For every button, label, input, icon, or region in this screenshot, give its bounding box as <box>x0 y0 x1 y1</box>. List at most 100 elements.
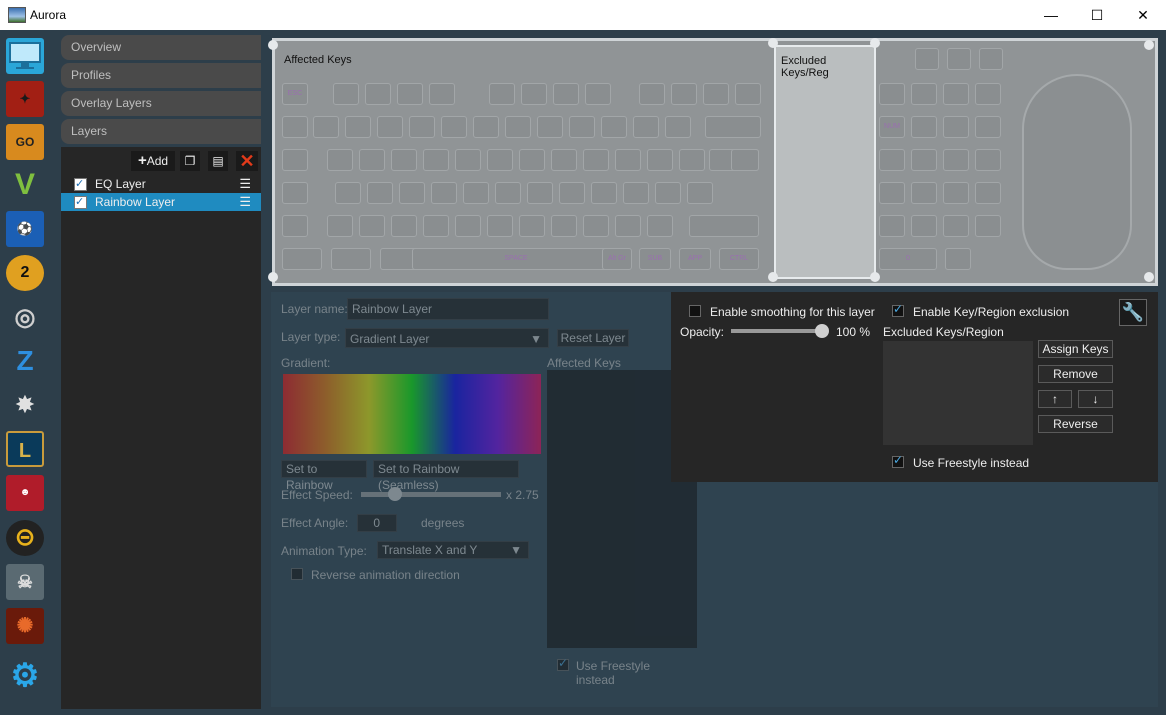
layer-type-select[interactable]: Gradient Layer ▼ <box>345 328 549 348</box>
layer-type-label: Layer type: <box>281 330 341 344</box>
layer-editor: Layer name: Rainbow Layer Layer type: Gr… <box>271 292 1158 707</box>
layer-options-panel: Enable smoothing for this layer Enable K… <box>671 292 1158 482</box>
layer-type-value: Gradient Layer <box>350 332 430 346</box>
gta5-icon[interactable]: V <box>6 167 44 203</box>
effect-speed-slider[interactable] <box>361 487 501 501</box>
keyboard-key <box>423 215 449 237</box>
keyboard-key <box>409 116 435 138</box>
resize-handle[interactable] <box>1144 272 1154 282</box>
move-up-button[interactable]: ↑ <box>1038 390 1072 408</box>
layer-name-label: Layer name: <box>281 302 348 316</box>
animation-type-value: Translate X and Y <box>382 543 478 557</box>
resize-handle[interactable] <box>768 272 778 282</box>
excluded-keys-list[interactable] <box>883 341 1033 445</box>
keyboard-key <box>615 215 641 237</box>
keyboard-key <box>911 215 937 237</box>
layer-enabled-checkbox[interactable] <box>74 193 87 211</box>
resize-handle[interactable] <box>268 40 278 50</box>
freestyle-checkbox[interactable] <box>557 656 569 671</box>
reverse-animation-label: Reverse animation direction <box>311 568 460 582</box>
keyboard-key <box>665 116 691 138</box>
league-of-legends-icon[interactable]: L <box>6 431 44 467</box>
keyboard-key <box>583 215 609 237</box>
rocket-league-icon[interactable]: ⚽ <box>6 211 44 247</box>
reverse-button[interactable]: Reverse <box>1038 415 1113 433</box>
battlefield-icon[interactable]: ☠ <box>6 564 44 600</box>
slider-thumb[interactable] <box>388 487 402 501</box>
maximize-button[interactable]: ☐ <box>1074 0 1120 30</box>
resize-handle[interactable] <box>870 272 880 282</box>
keyboard-key <box>282 182 308 204</box>
assign-keys-button[interactable]: Assign Keys <box>1038 340 1113 358</box>
doom-icon[interactable]: ✺ <box>6 608 44 644</box>
keyboard-key <box>731 149 759 171</box>
keyboard-key <box>327 149 353 171</box>
osu-icon[interactable]: ⊝ <box>6 520 44 556</box>
nav-profiles[interactable]: Profiles <box>61 63 261 88</box>
add-layer-button[interactable]: +Add <box>131 151 175 171</box>
nav-overlay-layers[interactable]: Overlay Layers <box>61 91 261 116</box>
opacity-slider[interactable] <box>731 324 829 338</box>
set-rainbow-seamless-button[interactable]: Set to Rainbow (Seamless) <box>373 460 519 492</box>
keyboard-key <box>943 116 969 138</box>
resize-handle[interactable] <box>870 38 880 48</box>
resize-handle[interactable] <box>1144 40 1154 50</box>
resize-handle[interactable] <box>768 38 778 48</box>
dota2-icon[interactable]: ✦ <box>6 81 44 117</box>
layer-row-rainbow[interactable]: Rainbow Layer ☰ <box>61 193 261 211</box>
exclusion-checkbox[interactable] <box>892 302 904 317</box>
payday2-icon[interactable]: 2 <box>6 255 44 291</box>
keyboard-key <box>559 182 585 204</box>
keyboard-key <box>975 182 1001 204</box>
keyboard-key <box>911 116 937 138</box>
set-rainbow-button[interactable]: Set to Rainbow <box>281 460 367 492</box>
dont-starve-icon[interactable]: Z <box>6 343 44 379</box>
slider-thumb[interactable] <box>815 324 829 338</box>
drag-handle-icon[interactable]: ☰ <box>239 175 251 193</box>
the-division-icon[interactable]: ✸ <box>6 387 44 423</box>
nav-overview[interactable]: Overview <box>61 35 261 60</box>
csgo-icon[interactable]: GO <box>6 124 44 160</box>
keyboard-key <box>647 149 673 171</box>
game-sidebar: ✦ GO V ⚽ 2 ◎ Z ✸ L ☻ ⊝ ☠ ✺ ⚙ <box>0 30 55 715</box>
smoothing-checkbox[interactable] <box>689 305 701 317</box>
drag-handle-icon[interactable]: ☰ <box>239 193 251 211</box>
resize-handle[interactable] <box>268 272 278 282</box>
remove-button[interactable]: Remove <box>1038 365 1113 383</box>
keyboard-key <box>399 182 425 204</box>
keyboard-key <box>583 149 609 171</box>
nav-layers[interactable]: Layers <box>61 119 261 144</box>
keyboard-key: CTRL <box>719 248 759 270</box>
excluded-region-box[interactable]: Excluded Keys/Reg <box>774 45 876 279</box>
keyboard-key <box>282 149 308 171</box>
minimize-button[interactable]: — <box>1028 0 1074 30</box>
settings-gear-icon[interactable]: ⚙ <box>6 657 44 693</box>
overwatch-icon[interactable]: ◎ <box>6 300 44 336</box>
keyboard-key <box>489 83 515 105</box>
keyboard-key <box>487 215 513 237</box>
use-freestyle-checkbox[interactable] <box>892 453 904 468</box>
keyboard-key <box>397 83 423 105</box>
delete-layer-button[interactable]: ✕ <box>236 151 258 171</box>
window-title: Aurora <box>30 8 67 22</box>
wrench-settings-button[interactable]: 🔧 <box>1119 299 1147 326</box>
keyboard-key <box>943 149 969 171</box>
layer-row-eq[interactable]: EQ Layer ☰ <box>61 175 261 193</box>
copy-layer-button[interactable]: ❐ <box>180 151 200 171</box>
keyboard-key <box>585 83 611 105</box>
animation-type-select[interactable]: Translate X and Y ▼ <box>377 541 529 559</box>
dropdown-arrow-icon: ▼ <box>530 332 542 346</box>
reset-layer-button[interactable]: Reset Layer <box>557 329 629 347</box>
effect-angle-input[interactable]: 0 <box>357 514 397 532</box>
gradient-preview[interactable] <box>283 374 541 454</box>
paste-layer-button[interactable]: ▤ <box>208 151 228 171</box>
layer-name-input[interactable]: Rainbow Layer <box>347 298 549 320</box>
close-window-button[interactable]: ✕ <box>1120 0 1166 30</box>
keyboard-key <box>487 149 513 171</box>
reverse-animation-checkbox[interactable] <box>291 568 303 580</box>
move-down-button[interactable]: ↓ <box>1078 390 1113 408</box>
hotline-miami-icon[interactable]: ☻ <box>6 475 44 511</box>
desktop-icon[interactable] <box>6 38 44 74</box>
layer-enabled-checkbox[interactable] <box>74 175 87 193</box>
use-freestyle-label: Use Freestyle instead <box>913 456 1030 470</box>
